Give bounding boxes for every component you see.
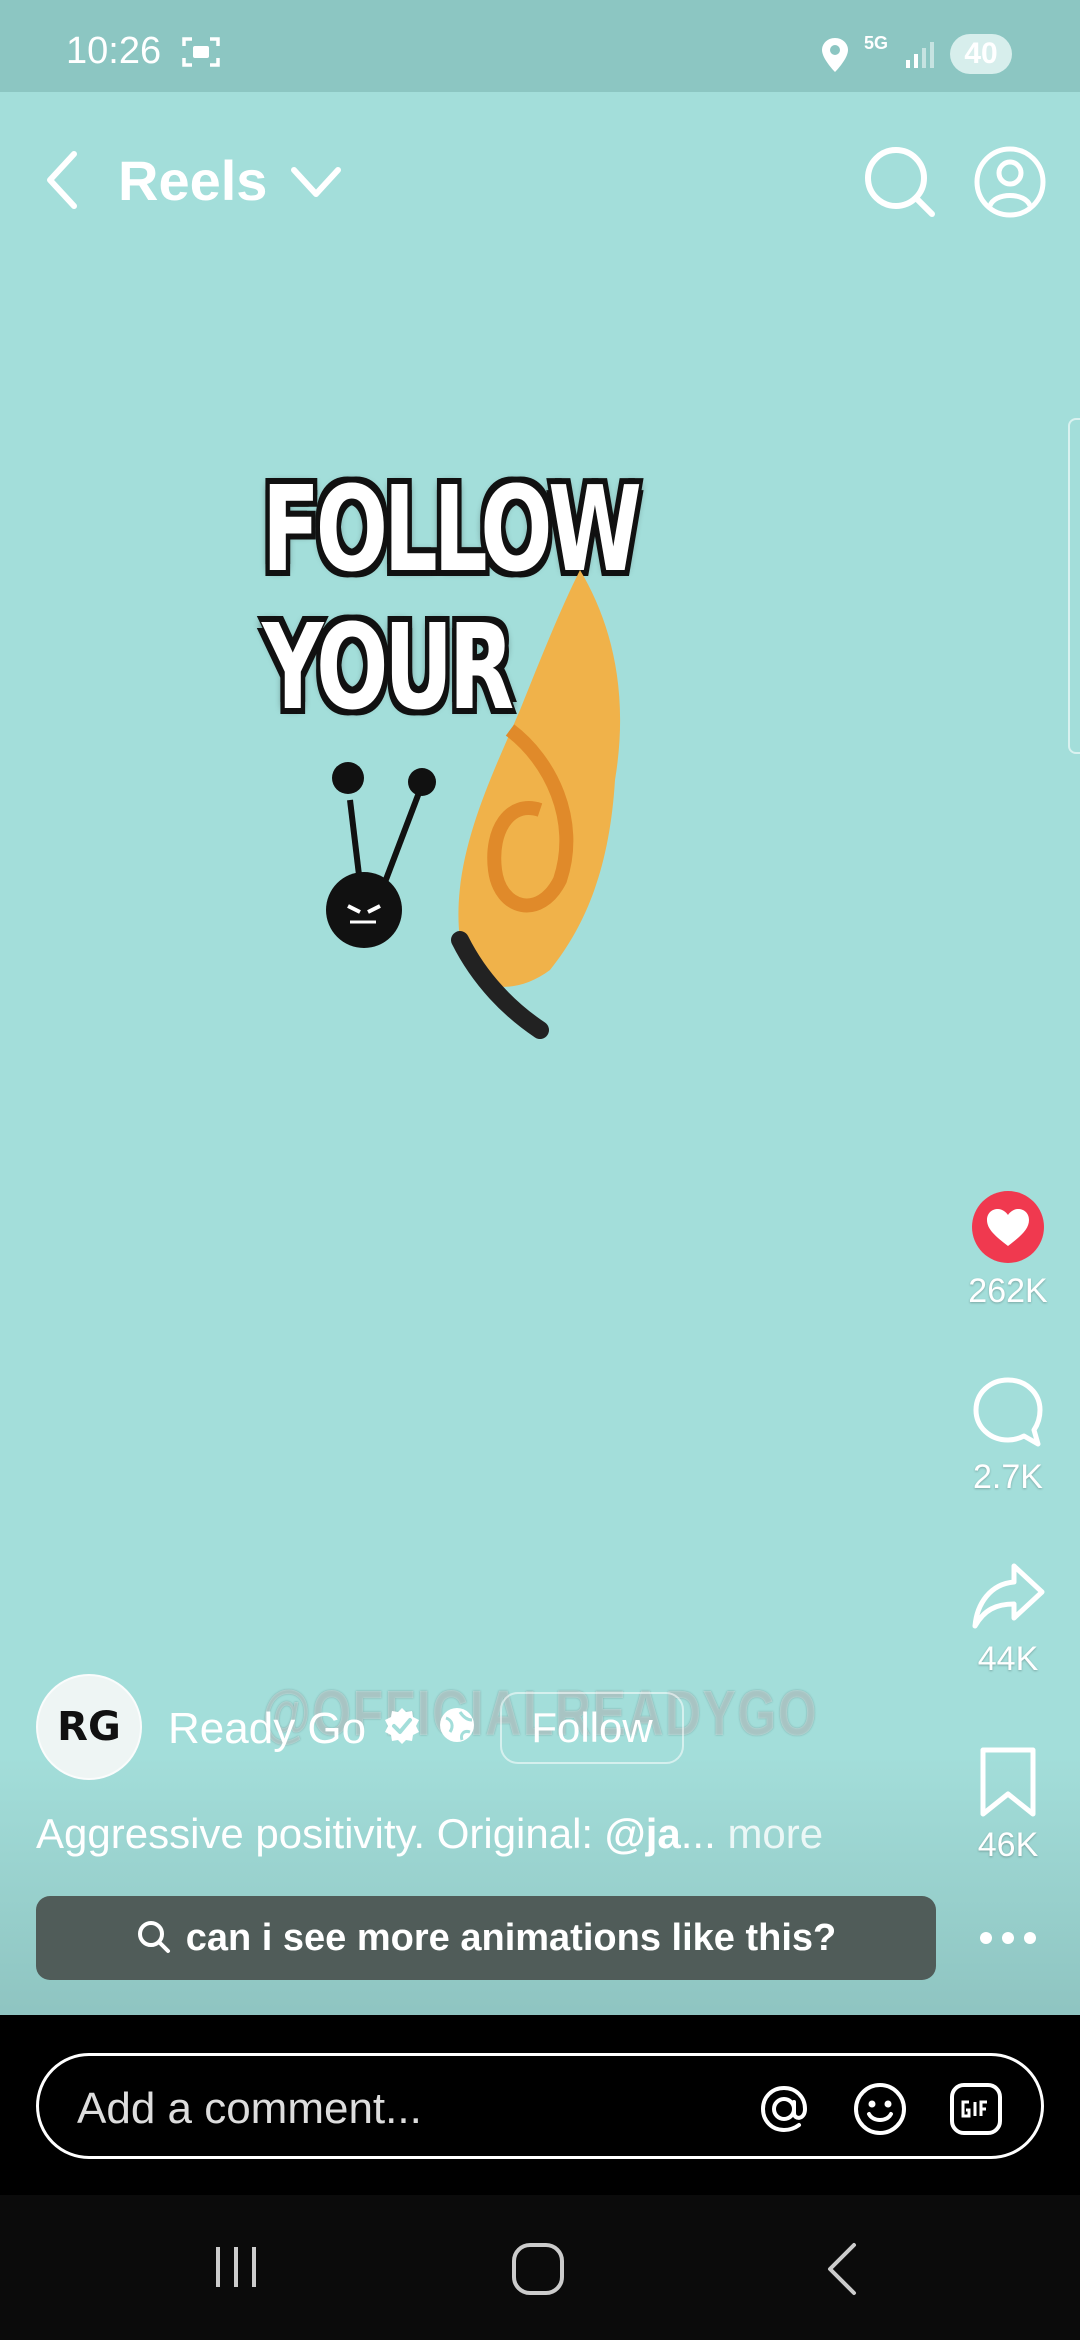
- caption-more-link[interactable]: more: [727, 1810, 823, 1857]
- caption-text: Aggressive positivity. Original:: [36, 1810, 605, 1857]
- page-title[interactable]: Reels: [118, 148, 267, 213]
- comment-placeholder: Add a comment...: [77, 2084, 422, 2133]
- save-count: 46K: [977, 1826, 1039, 1864]
- back-icon[interactable]: [822, 2241, 862, 2297]
- caption-mention[interactable]: @ja: [605, 1810, 681, 1857]
- snail-character-illustration: [326, 570, 621, 1039]
- mention-icon[interactable]: [755, 2080, 813, 2138]
- follow-button[interactable]: Follow: [500, 1692, 684, 1764]
- bookmark-icon[interactable]: [977, 1746, 1039, 1818]
- comment-bar: Add a comment...: [0, 2015, 1080, 2195]
- status-bar: 10:26 5G 40: [0, 0, 1080, 92]
- gif-icon[interactable]: [947, 2080, 1005, 2138]
- screen-record-icon: [182, 37, 220, 67]
- network-type: 5G: [864, 33, 889, 53]
- share-count: 44K: [977, 1640, 1039, 1678]
- like-action[interactable]: 262K: [948, 1190, 1068, 1311]
- author-name[interactable]: Ready Go: [168, 1704, 366, 1754]
- caption-ellipsis: ...: [680, 1810, 716, 1857]
- back-arrow-icon[interactable]: [36, 144, 88, 216]
- comment-bubble-icon[interactable]: [970, 1374, 1046, 1450]
- location-icon: [822, 38, 848, 72]
- side-drawer-handle[interactable]: [1068, 418, 1080, 754]
- profile-icon[interactable]: [972, 144, 1048, 220]
- status-time: 10:26: [66, 30, 162, 72]
- author-row: RG Ready Go Follow: [36, 1674, 936, 1784]
- comment-input[interactable]: Add a comment...: [36, 2053, 1044, 2159]
- verified-badge-icon: [385, 1708, 419, 1744]
- more-options-icon[interactable]: [976, 1926, 1040, 1950]
- home-icon[interactable]: [510, 2241, 566, 2297]
- system-navigation-bar: [0, 2195, 1080, 2340]
- signal-icon: [906, 42, 934, 68]
- globe-icon: [440, 1708, 474, 1742]
- reels-header: Reels: [0, 92, 1080, 272]
- search-icon[interactable]: [862, 144, 938, 220]
- search-suggestion-button[interactable]: can i see more animations like this?: [36, 1896, 936, 1980]
- save-action[interactable]: 46K: [948, 1746, 1068, 1865]
- emoji-icon[interactable]: [851, 2080, 909, 2138]
- search-suggestion-text: can i see more animations like this?: [185, 1917, 837, 1959]
- recent-apps-icon[interactable]: [210, 2241, 262, 2293]
- battery-indicator: 40: [950, 34, 1012, 74]
- comment-count: 2.7K: [973, 1458, 1043, 1496]
- heart-icon[interactable]: [971, 1190, 1045, 1264]
- avatar[interactable]: RG: [36, 1674, 142, 1780]
- chevron-down-icon[interactable]: [288, 162, 344, 202]
- search-icon: [137, 1920, 170, 1953]
- caption[interactable]: Aggressive positivity. Original: @ja... …: [36, 1810, 823, 1858]
- like-count: 262K: [968, 1272, 1048, 1310]
- share-arrow-icon[interactable]: [970, 1560, 1046, 1632]
- comment-action[interactable]: 2.7K: [948, 1374, 1068, 1497]
- share-action[interactable]: 44K: [948, 1560, 1068, 1679]
